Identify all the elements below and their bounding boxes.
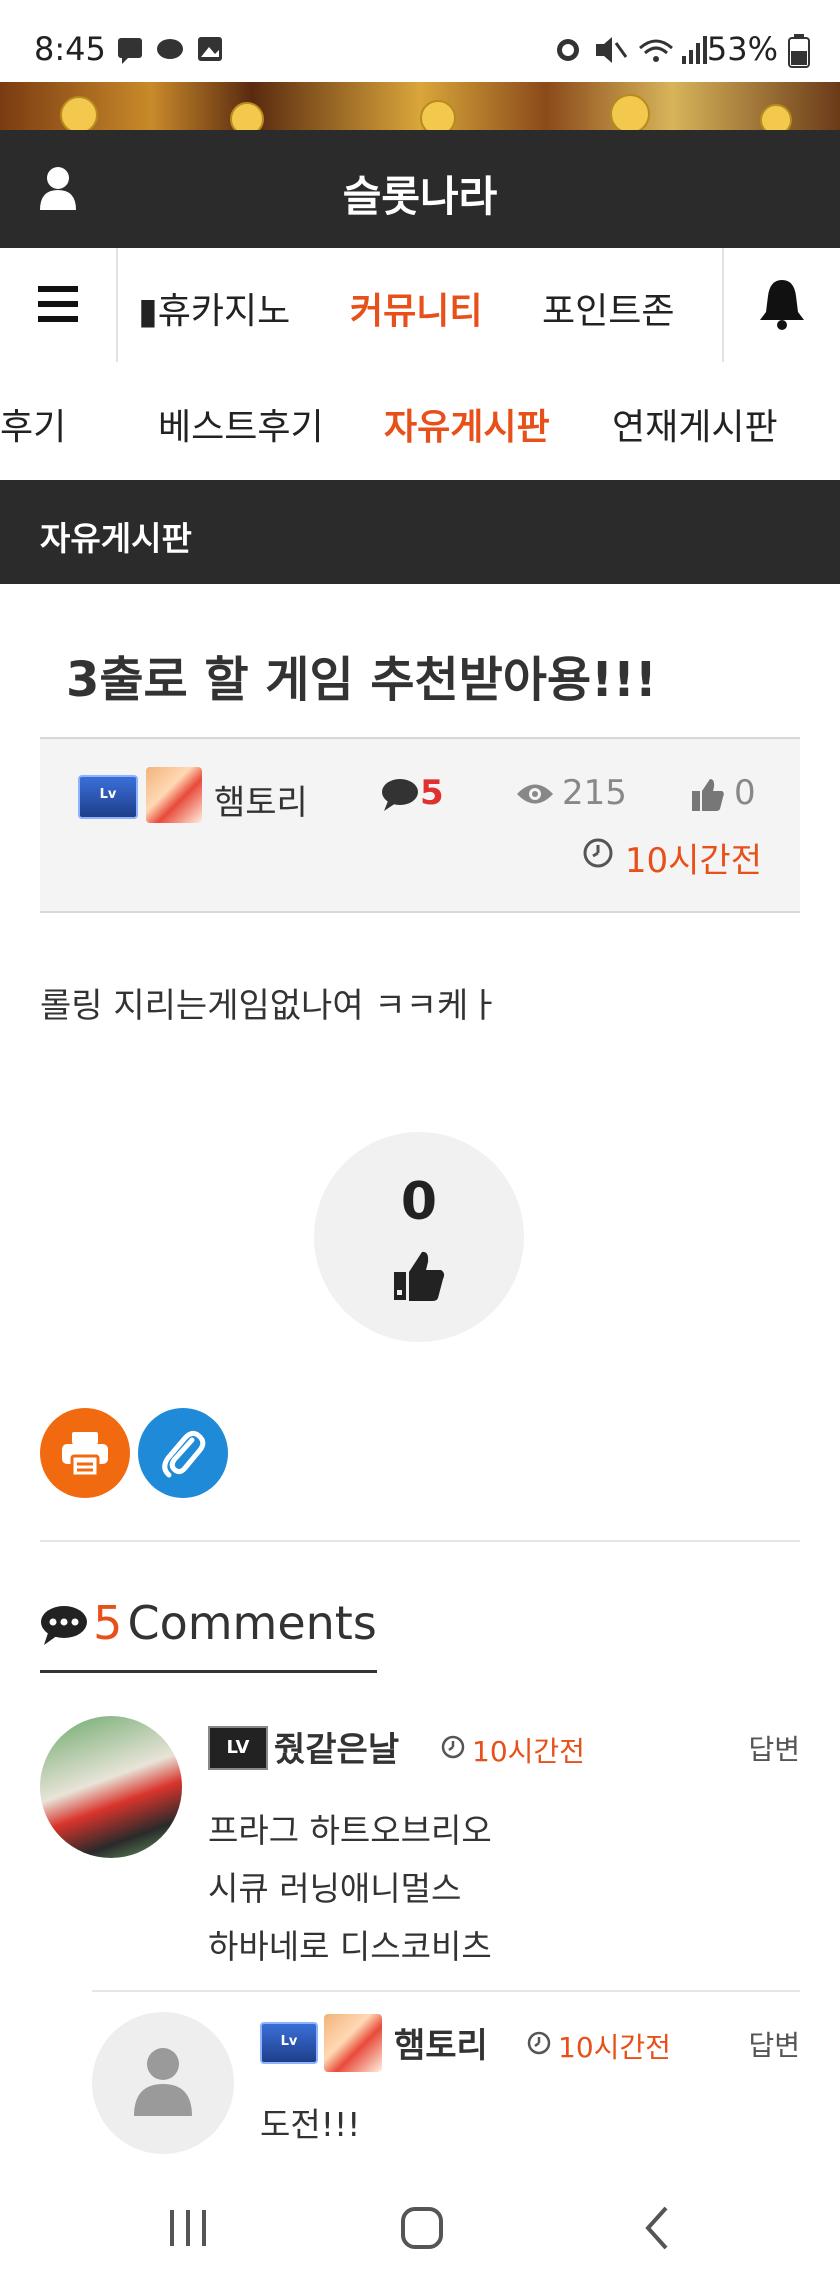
post-views: 215 bbox=[562, 773, 627, 813]
back-icon[interactable] bbox=[642, 2206, 672, 2250]
section-divider bbox=[40, 1540, 800, 1542]
post-meta: Lv 햄토리 5 215 0 10시간전 bbox=[40, 737, 800, 913]
nav-item-community[interactable]: 커뮤니티 bbox=[350, 282, 482, 334]
site-title[interactable]: 슬롯나라 bbox=[0, 163, 840, 224]
author-avatar[interactable] bbox=[324, 2014, 382, 2072]
tab-reviews[interactable]: 후기 bbox=[0, 398, 66, 450]
battery-percent: 53% bbox=[706, 30, 778, 68]
post-time: 10시간전 bbox=[624, 841, 762, 881]
level-badge-icon: Lv bbox=[78, 775, 138, 819]
nav-item-casino[interactable]: ▮휴카지노 bbox=[138, 282, 290, 334]
system-status-icons bbox=[557, 36, 707, 64]
comment-icon bbox=[382, 779, 418, 811]
thumbs-up-icon bbox=[394, 1251, 445, 1301]
comments-heading: 5 Comments bbox=[40, 1596, 377, 1673]
author-avatar[interactable] bbox=[146, 767, 202, 823]
notification-icons bbox=[118, 37, 222, 64]
comment-time: 10시간전 bbox=[558, 2031, 671, 2064]
reply-button[interactable]: 답변 bbox=[748, 2024, 800, 2064]
user-icon bbox=[134, 2048, 192, 2116]
paperclip-icon bbox=[162, 1430, 206, 1478]
clock-icon bbox=[583, 838, 613, 868]
copy-link-button[interactable] bbox=[138, 1408, 228, 1498]
system-nav-bar bbox=[0, 2170, 840, 2289]
comment-avatar[interactable] bbox=[92, 2012, 234, 2154]
comment-author[interactable]: 줬같은날 bbox=[274, 1722, 399, 1771]
like-count: 0 bbox=[400, 1172, 438, 1232]
comments-label: Comments bbox=[127, 1596, 377, 1650]
comment-divider bbox=[92, 1990, 800, 1992]
comment-line: 하바네로 디스코비츠 bbox=[208, 1927, 492, 1966]
comment-time: 10시간전 bbox=[472, 1735, 585, 1768]
post-title: 3출로 할 게임 추천받아용!!! bbox=[66, 652, 657, 708]
board-tabs: 후기 베스트후기 자유게시판 연재게시판 bbox=[0, 364, 840, 480]
clock-icon bbox=[441, 1735, 465, 1759]
menu-icon bbox=[38, 286, 78, 322]
tab-free-board[interactable]: 자유게시판 bbox=[384, 398, 550, 450]
like-button[interactable]: 0 bbox=[314, 1132, 524, 1342]
site-header: 슬롯나라 bbox=[0, 130, 840, 248]
comment-line: 시큐 러닝애니멀스 bbox=[208, 1869, 462, 1908]
post-author[interactable]: 햄토리 bbox=[214, 775, 308, 824]
battery-icon bbox=[788, 34, 810, 68]
post-comment-count: 5 bbox=[420, 773, 444, 813]
level-badge-icon: Lv bbox=[260, 2022, 318, 2064]
notification-button[interactable] bbox=[722, 248, 840, 362]
board-title-bar: 자유게시판 bbox=[0, 480, 840, 584]
board-name: 자유게시판 bbox=[40, 519, 192, 558]
bell-icon bbox=[760, 280, 804, 330]
post-content: 롤링 지리는게임없나여 ㅋㅋ케ㅏ bbox=[40, 986, 500, 1026]
reply-button[interactable]: 답변 bbox=[748, 1728, 800, 1768]
post-likes: 0 bbox=[734, 773, 756, 813]
comment-avatar[interactable] bbox=[40, 1716, 182, 1858]
tab-best-reviews[interactable]: 베스트후기 bbox=[158, 398, 324, 450]
main-nav: ▮휴카지노 커뮤니티 포인트존 bbox=[0, 248, 840, 366]
comment-line: 프라그 하트오브리오 bbox=[208, 1811, 492, 1850]
comment-author[interactable]: 햄토리 bbox=[394, 2018, 488, 2067]
eye-icon bbox=[517, 784, 553, 804]
nav-item-pointzone[interactable]: 포인트존 bbox=[542, 282, 674, 334]
menu-button[interactable] bbox=[0, 248, 118, 362]
clock-icon bbox=[527, 2031, 551, 2055]
comments-icon bbox=[41, 1606, 87, 1645]
thumbs-up-icon bbox=[692, 779, 724, 811]
comments-count: 5 bbox=[93, 1596, 123, 1650]
home-icon[interactable] bbox=[400, 2206, 444, 2250]
tab-serial-board[interactable]: 연재게시판 bbox=[612, 398, 778, 450]
status-bar: 8:45 53% bbox=[0, 0, 840, 82]
recent-apps-icon[interactable] bbox=[166, 2208, 210, 2248]
print-icon bbox=[62, 1432, 108, 1476]
comment-line: 도전!!! bbox=[260, 2105, 361, 2144]
level-badge-icon: LV bbox=[208, 1726, 268, 1770]
print-button[interactable] bbox=[40, 1408, 130, 1498]
promo-banner[interactable] bbox=[0, 82, 840, 130]
status-time: 8:45 bbox=[34, 30, 106, 68]
